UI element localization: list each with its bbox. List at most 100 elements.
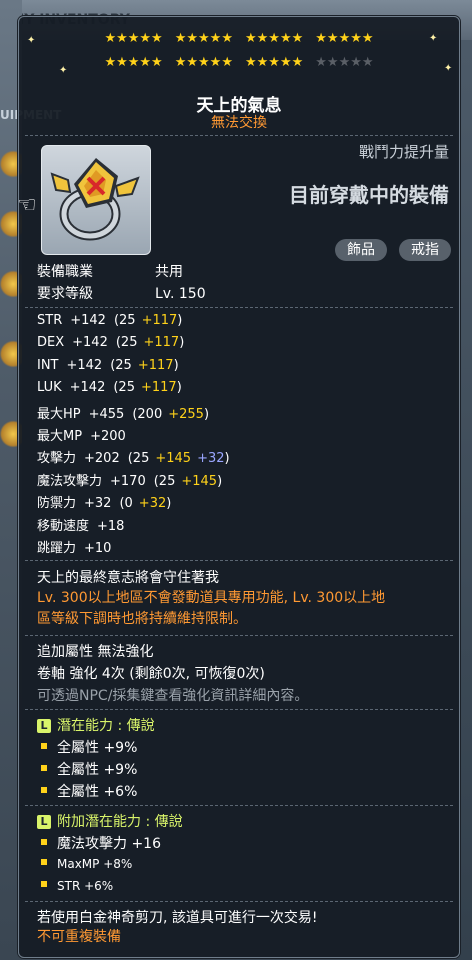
divider	[25, 901, 453, 902]
stat-label: 防禦力	[37, 496, 77, 512]
no-duplicate-equip: 不可重複裝備	[37, 929, 121, 945]
stat-base: (200	[132, 406, 163, 422]
scroll-info: 卷軸 強化 4次 (剩餘0次, 可恢復0次)	[37, 666, 265, 682]
stat-bonus: +117	[140, 380, 177, 396]
stat-row: 魔法攻擊力 +170 (25 +145)	[37, 470, 222, 489]
potential-text: 全屬性 +6%	[57, 784, 138, 800]
bullet-icon	[41, 743, 47, 749]
cursor-glove-icon: ☜	[17, 193, 37, 218]
stat-row: INT +142 (25 +117)	[37, 358, 179, 373]
stat-label: 攻擊力	[37, 451, 77, 467]
stat-row: 跳躍力 +10	[37, 537, 111, 556]
star-group: ★★★★★	[104, 55, 163, 70]
star-group: ★★★★★	[104, 31, 163, 46]
stat-row: 移動速度 +18	[37, 515, 124, 534]
stat-paren: )	[203, 406, 210, 422]
req-value: Lv. 150	[155, 286, 206, 302]
stat-total: +200	[90, 429, 126, 444]
stat-base: (25	[113, 380, 135, 396]
level-warning-line: Lv. 300以上地區不會發動道具專用功能, Lv. 300以上地	[37, 590, 386, 606]
stat-label: STR	[37, 313, 63, 328]
stat-bonus: +255	[168, 406, 204, 422]
legendary-badge-icon: L	[37, 815, 51, 829]
stat-label: LUK	[37, 380, 62, 396]
stat-paren: )	[166, 496, 172, 512]
bullet-icon	[41, 765, 47, 771]
type-tag: 戒指	[399, 239, 451, 261]
requirement-level: 要求等級 Lv. 150	[37, 283, 206, 303]
stat-bonus: +32	[138, 496, 167, 512]
stat-base: (25	[110, 357, 132, 373]
req-value: 共用	[155, 264, 183, 280]
potential-text: 全屬性 +9%	[57, 762, 138, 778]
stat-paren: )	[176, 380, 182, 396]
stat-bonus: +117	[137, 357, 174, 373]
bonus-potential-text: MaxMP +8%	[57, 857, 133, 871]
divider	[25, 805, 453, 806]
star-force-row-2: ★★★★★ ★★★★★ ★★★★★ ★★★★★	[19, 55, 459, 70]
star-group: ★★★★★	[245, 31, 304, 46]
ring-icon	[50, 158, 140, 241]
bonus-potential-line: 魔法攻擊力 +16	[41, 833, 161, 853]
bullet-icon	[41, 787, 47, 793]
stat-label: INT	[37, 357, 59, 373]
star-force-row-1: ★★★★★ ★★★★★ ★★★★★ ★★★★★	[19, 31, 459, 46]
level-warning: Lv. 300以上地區不會發動道具專用功能, Lv. 300以上地 區等級下調時…	[37, 588, 457, 630]
bonus-potential-header: L 附加潛在能力 : 傳說	[37, 811, 183, 831]
stat-paren: )	[177, 313, 183, 328]
stat-total: +18	[97, 518, 125, 534]
bullet-icon	[41, 859, 47, 865]
stat-total: +142	[66, 357, 103, 373]
star-group: ★★★★★	[174, 31, 233, 46]
combat-power-label: 戰鬥力提升量	[358, 143, 449, 161]
stat-total: +10	[84, 541, 112, 556]
stat-row: 防禦力 +32 (0 +32)	[37, 492, 171, 511]
potential-text: 全屬性 +9%	[57, 740, 138, 756]
stat-bonus: +117	[143, 335, 180, 351]
stat-base: (0	[119, 496, 133, 512]
req-key: 要求等級	[37, 286, 93, 302]
bonus-potential-title: 附加潛在能力 : 傳說	[57, 814, 183, 830]
potential-line: 全屬性 +6%	[41, 781, 137, 801]
stat-starforce: +32	[197, 451, 225, 467]
extra-attribute: 追加屬性 無法強化	[37, 644, 154, 660]
item-description: 天上的最終意志將會守住著我	[37, 570, 219, 586]
star-group: ★★★★★	[174, 55, 233, 70]
stat-bonus: +145	[155, 451, 192, 467]
potential-header: L 潛在能力 : 傳說	[37, 715, 155, 735]
stat-row: 攻擊力 +202 (25 +145 +32)	[37, 447, 230, 466]
stat-total: +142	[70, 313, 106, 328]
stat-label: 魔法攻擊力	[37, 473, 103, 489]
stat-paren: )	[173, 357, 179, 373]
stat-total: +202	[84, 451, 120, 467]
bonus-potential-line: STR +6%	[41, 879, 113, 893]
stat-total: +142	[69, 380, 106, 396]
npc-info: 可透過NPC/採集鍵查看強化資訊詳細內容。	[37, 688, 309, 704]
stat-base: (25	[115, 335, 138, 351]
currently-equipped-label: 目前穿戴中的裝備	[289, 183, 449, 207]
star-group-empty: ★★★★★	[315, 55, 374, 70]
stat-bonus: +117	[141, 313, 178, 328]
stat-paren: )	[224, 451, 230, 467]
stat-row: STR +142 (25 +117)	[37, 313, 182, 328]
stat-row: DEX +142 (25 +117)	[37, 335, 184, 350]
stat-label: 最大MP	[37, 429, 83, 444]
item-tooltip: ✦ ✦ ✦ ✦ ★★★★★ ★★★★★ ★★★★★ ★★★★★ ★★★★★ ★★★★★ ★…	[17, 16, 460, 958]
scissors-note: 若使用白金神奇剪刀, 該道具可進行一次交易!	[37, 910, 318, 926]
divider	[25, 135, 453, 136]
bonus-potential-text: 魔法攻擊力 +16	[57, 836, 161, 852]
stat-total: +142	[72, 335, 108, 351]
divider	[25, 635, 453, 636]
stat-base: (25	[113, 313, 136, 328]
stat-paren: )	[217, 473, 223, 489]
stat-total: +32	[84, 496, 112, 512]
stat-paren: )	[179, 335, 185, 351]
bullet-icon	[41, 839, 47, 845]
bonus-potential-text: STR +6%	[57, 879, 114, 893]
stat-base: (25	[153, 473, 176, 489]
item-icon-frame	[41, 145, 151, 255]
potential-line: 全屬性 +9%	[41, 737, 137, 757]
requirement-job: 裝備職業 共用	[37, 261, 183, 281]
potential-title: 潛在能力 : 傳說	[57, 718, 155, 734]
divider	[25, 307, 453, 308]
